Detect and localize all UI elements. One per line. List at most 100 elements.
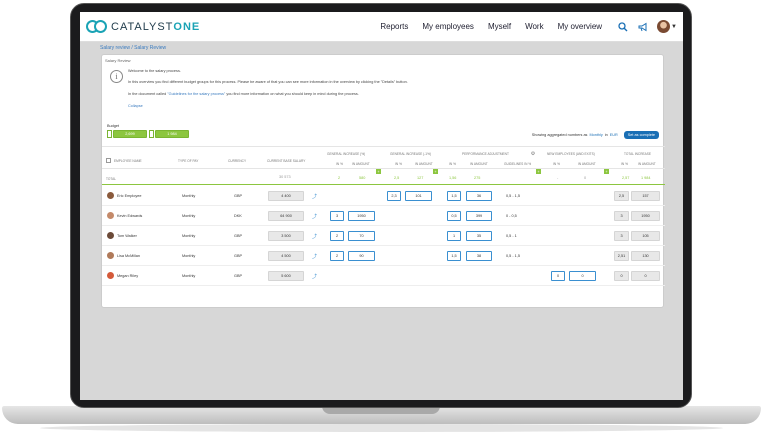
general1-pct-input[interactable]: 2 xyxy=(330,231,344,241)
col-total[interactable]: Total increase xyxy=(624,152,651,156)
new-employee-amount-input[interactable]: 0 xyxy=(569,271,596,281)
card-title: Salary Review xyxy=(105,58,131,63)
guideline-range: 0 - 0,5 xyxy=(506,214,517,218)
expand-icon[interactable]: + xyxy=(536,169,541,174)
performance-pct-input[interactable]: 1 xyxy=(447,231,461,241)
base-salary: 5 600 xyxy=(268,271,304,281)
total-amount: 105 xyxy=(631,231,660,241)
col-base[interactable]: Current base salary xyxy=(267,159,305,163)
total-g2-pct: 2,5 xyxy=(394,176,400,180)
col-general2[interactable]: General increase (-1%) xyxy=(390,152,431,156)
total-label: Total xyxy=(106,177,116,181)
col-new-employees[interactable]: New employees (and exits) xyxy=(547,152,595,156)
trend-icon[interactable]: ⤴ xyxy=(312,233,317,240)
employee-name[interactable]: Tom Walker xyxy=(117,234,137,238)
settings-icon[interactable]: ⚙ xyxy=(530,151,536,157)
guideline-range: 0,5 - 1 xyxy=(506,234,517,238)
new-employee-pct-input[interactable]: 0 xyxy=(551,271,565,281)
total-pct: 0 xyxy=(614,271,629,281)
performance-amount-input[interactable]: 35 xyxy=(466,231,492,241)
performance-amount-input[interactable]: 38 xyxy=(466,251,492,261)
col-performance[interactable]: Performance adjustment xyxy=(462,152,509,156)
general2-amount-input[interactable]: 101 xyxy=(405,191,432,201)
sub-pct: In % xyxy=(395,162,402,166)
nav-my-employees[interactable]: My employees xyxy=(422,22,474,31)
collapse-link[interactable]: Collapse xyxy=(128,104,143,108)
currency: GBP xyxy=(234,234,243,238)
period-select[interactable]: Monthly xyxy=(589,133,602,137)
employee-name[interactable]: Eric Employee xyxy=(117,194,141,198)
overview-text: In this overview you find different budg… xyxy=(128,80,408,84)
col-type[interactable]: Type of pay xyxy=(178,159,198,163)
performance-pct-input[interactable]: 1,5 xyxy=(447,191,461,201)
avatar xyxy=(107,212,114,219)
budget-icon xyxy=(149,130,154,138)
total-perf-pct: 1,56 xyxy=(449,176,457,180)
select-all-checkbox[interactable] xyxy=(106,158,111,163)
table-row: Eric Employee Monthly GBP 4 400 ⤴ 2,3 101 1,5 36… xyxy=(102,186,665,206)
trend-icon[interactable]: ⤴ xyxy=(312,273,317,280)
avatar xyxy=(107,252,114,259)
base-salary: 3 500 xyxy=(268,231,304,241)
avatar xyxy=(107,192,114,199)
performance-pct-input[interactable]: 1,5 xyxy=(447,251,461,261)
budget-bar-2[interactable]: 1 984 xyxy=(155,130,189,138)
nav-myself[interactable]: Myself xyxy=(488,22,511,31)
sub-amount: In amount xyxy=(415,162,433,166)
currency-select[interactable]: EUR xyxy=(610,133,618,137)
avatar xyxy=(657,20,671,33)
employee-name[interactable]: Megan Riley xyxy=(117,274,138,278)
trend-icon[interactable]: ⤴ xyxy=(312,253,317,260)
sub-pct: In % xyxy=(621,162,628,166)
pay-type: Monthly xyxy=(182,214,196,218)
general1-amount-input[interactable]: 1950 xyxy=(348,211,375,221)
set-complete-button[interactable]: Set as complete xyxy=(623,131,659,139)
general2-pct-input[interactable]: 2,3 xyxy=(387,191,401,201)
col-employee[interactable]: Employee name xyxy=(114,159,142,163)
total-pct: 2,57 xyxy=(622,176,630,180)
guidelines-link[interactable]: "Guidelines for the salary process" xyxy=(167,92,225,96)
expand-icon[interactable]: + xyxy=(433,169,438,174)
laptop-frame: CATALYSTONE Reports My employees Myself … xyxy=(0,0,763,438)
employee-name[interactable]: Kevin Edwards xyxy=(117,214,142,218)
budget-label: Budget xyxy=(107,124,120,128)
pay-type: Monthly xyxy=(182,234,196,238)
general1-amount-input[interactable]: 70 xyxy=(348,231,375,241)
total-amount: 157 xyxy=(631,191,660,201)
performance-pct-input[interactable]: 0,5 xyxy=(447,211,461,221)
sub-pct: In % xyxy=(336,162,343,166)
trend-icon[interactable]: ⤴ xyxy=(312,213,317,220)
chevron-down-icon: ▼ xyxy=(671,23,677,30)
welcome-text: Welcome to the salary process. xyxy=(128,69,181,73)
logo-icon xyxy=(86,19,108,34)
general1-amount-input[interactable]: 90 xyxy=(348,251,375,261)
general1-pct-input[interactable]: 3 xyxy=(330,211,344,221)
brand-logo[interactable]: CATALYSTONE xyxy=(86,19,200,34)
col-general1[interactable]: General increase (%) xyxy=(327,152,365,156)
performance-amount-input[interactable]: 36 xyxy=(466,191,492,201)
nav-reports[interactable]: Reports xyxy=(380,22,408,31)
performance-amount-input[interactable]: 399 xyxy=(466,211,492,221)
general1-pct-input[interactable]: 2 xyxy=(330,251,344,261)
expand-icon[interactable]: + xyxy=(376,169,381,174)
total-pct: 2,51 xyxy=(614,251,629,261)
nav-work[interactable]: Work xyxy=(525,22,544,31)
col-currency[interactable]: Currency xyxy=(228,159,246,163)
trend-icon[interactable]: ⤴ xyxy=(312,193,317,200)
expand-icon[interactable]: + xyxy=(604,169,609,174)
budget-bar-1[interactable]: 2,699 xyxy=(113,130,147,138)
nav-my-overview[interactable]: My overview xyxy=(558,22,602,31)
breadcrumb[interactable]: Salary review / Salary Review xyxy=(100,45,166,51)
avatar xyxy=(107,232,114,239)
sub-amount: In amount xyxy=(638,162,656,166)
search-icon[interactable] xyxy=(617,21,629,33)
totals-divider xyxy=(102,184,665,185)
nav-links: Reports My employees Myself Work My over… xyxy=(373,22,609,31)
total-new-pct: - xyxy=(557,176,559,180)
user-menu[interactable]: ▼ xyxy=(657,20,677,33)
employee-name[interactable]: Lisa McMillan xyxy=(117,254,140,258)
table-row: Megan Riley Monthly GBP 5 600 ⤴ 0 0 0 0 xyxy=(102,266,665,286)
aggregate-label: Showing aggregated numbers as xyxy=(531,133,588,137)
megaphone-icon[interactable] xyxy=(637,21,649,33)
nav-icons: ▼ xyxy=(617,20,677,33)
